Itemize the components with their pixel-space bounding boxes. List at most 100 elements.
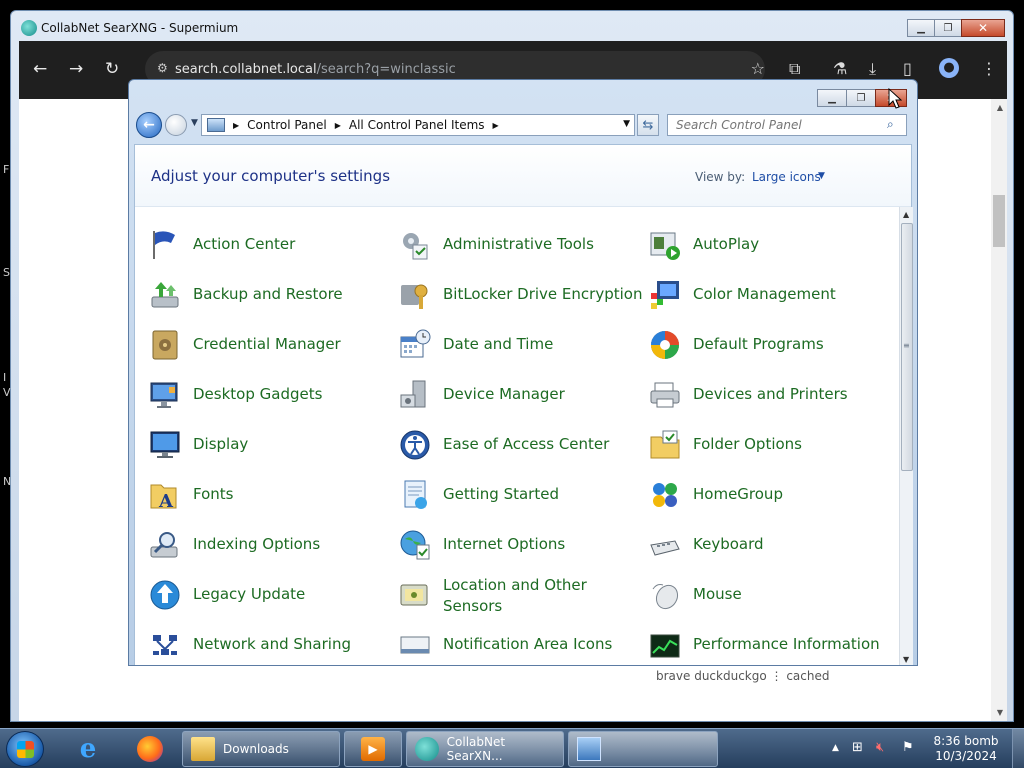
page-scrollbar-thumb[interactable] [993,195,1005,247]
chevron-right-icon[interactable]: ▶ [335,121,341,130]
cp-item-autoplay[interactable]: AutoPlay [649,225,889,271]
cp-item-device-manager[interactable]: Device Manager [399,375,649,421]
task-label: CollabNet SearXN... [446,735,506,763]
cp-item-label: Desktop Gadgets [193,385,323,403]
profile-avatar-icon[interactable]: ● [939,58,959,78]
bookmark-star-icon[interactable]: ☆ [751,59,765,78]
cp-item-indexing-options[interactable]: Indexing Options [149,525,399,571]
start-button[interactable] [6,731,44,767]
cp-item-internet-options[interactable]: Internet Options [399,525,649,571]
chevron-down-icon[interactable]: ▼ [818,171,825,181]
default-programs-icon [649,329,681,361]
cp-item-action-center[interactable]: Action Center [149,225,399,271]
cp-item-getting-started[interactable]: Getting Started [399,475,649,521]
cp-item-network-and-sharing[interactable]: Network and Sharing [149,625,399,661]
cp-item-ease-of-access-center[interactable]: Ease of Access Center [399,425,649,471]
search-result-links[interactable]: brave duckduckgo ⋮ cached [656,669,829,683]
task-downloads[interactable]: Downloads [182,731,340,767]
chevron-right-icon[interactable]: ▶ [233,121,239,130]
network-tray-icon[interactable]: ⊞ [852,740,863,755]
cp-item-credential-manager[interactable]: Credential Manager [149,325,399,371]
cp-item-location-and-other-sensors[interactable]: Location and Other Sensors [399,575,649,621]
vault-icon [149,329,181,361]
back-arrow-icon[interactable]: ← [33,59,47,79]
download-icon[interactable]: ⤓ [869,59,876,79]
cp-item-folder-options[interactable]: Folder Options [649,425,889,471]
site-info-icon[interactable]: ⚙ [157,61,168,75]
cp-item-label: Getting Started [443,485,559,503]
recent-pages-dropdown-icon[interactable]: ▼ [191,118,198,128]
color-icon [649,279,681,311]
search-icon[interactable]: ⌕ [887,117,894,132]
cp-item-mouse[interactable]: Mouse [649,575,889,621]
cp-item-display[interactable]: Display [149,425,399,471]
cp-item-label: Ease of Access Center [443,435,610,453]
task-control-panel[interactable] [568,731,718,767]
tools-icon [399,229,431,261]
cp-item-administrative-tools[interactable]: Administrative Tools [399,225,649,271]
cp-item-backup-and-restore[interactable]: Backup and Restore [149,275,399,321]
cp-item-date-and-time[interactable]: Date and Time [399,325,649,371]
cp-item-color-management[interactable]: Color Management [649,275,889,321]
cp-forward-button[interactable] [165,114,187,136]
task-supermium[interactable]: CollabNet SearXN... [406,731,564,767]
update-icon [149,579,181,611]
folder-icon [649,429,681,461]
breadcrumb-all-items[interactable]: All Control Panel Items [349,118,485,132]
scroll-up-arrow-icon[interactable]: ▲ [903,210,909,219]
media-player-icon: ▶ [361,737,385,761]
breadcrumb-control-panel[interactable]: Control Panel [247,118,327,132]
cp-item-performance-information[interactable]: Performance Information [649,625,889,661]
cp-minimize-button[interactable]: ▁ [817,89,847,107]
fonts-icon: A [149,479,181,512]
cp-scrollbar[interactable]: ▲ ≡ ▼ [899,207,913,665]
task-media-player[interactable]: ▶ [344,731,402,767]
cp-search-input[interactable] [667,114,907,136]
browser-titlebar[interactable]: CollabNet SearXNG - Supermium ▁ ❐ ✕ [11,11,1013,41]
scroll-down-arrow-icon[interactable]: ▼ [903,655,909,664]
internet-explorer-icon: e [79,734,97,764]
side-panel-icon[interactable]: ▯ [903,59,912,78]
menu-kebab-icon[interactable]: ⋮ [981,59,997,78]
firefox-pin[interactable] [130,732,170,766]
cp-item-desktop-gadgets[interactable]: Desktop Gadgets [149,375,399,421]
cp-address-bar[interactable]: ▶ Control Panel ▶ All Control Panel Item… [201,114,635,136]
show-desktop-button[interactable] [1012,729,1024,768]
forward-arrow-icon[interactable]: → [69,59,83,79]
labs-flask-icon[interactable]: ⚗ [833,59,847,78]
cp-item-label: Mouse [693,585,742,603]
chevron-right-icon[interactable]: ▶ [493,121,499,130]
cp-item-label: Device Manager [443,385,565,403]
cp-item-bitlocker-drive-encryption[interactable]: BitLocker Drive Encryption [399,275,649,321]
volume-muted-icon[interactable]: 🔇︎ [876,740,884,755]
cp-item-keyboard[interactable]: Keyboard [649,525,889,571]
extensions-icon[interactable]: ⧉ [789,59,800,79]
cp-item-homegroup[interactable]: HomeGroup [649,475,889,521]
cp-back-button[interactable]: ← [136,112,162,138]
scroll-up-arrow-icon[interactable]: ▲ [997,103,1003,112]
action-center-flag-icon[interactable]: ⚑ [902,740,914,755]
cp-item-notification-area-icons[interactable]: Notification Area Icons [399,625,649,661]
reload-icon[interactable]: ↻ [105,59,119,79]
cp-item-fonts[interactable]: A Fonts [149,475,399,521]
cp-item-legacy-update[interactable]: Legacy Update [149,575,399,621]
browser-maximize-button[interactable]: ❐ [934,19,962,37]
browser-close-button[interactable]: ✕ [961,19,1005,37]
scrollbar-grip-icon: ≡ [903,341,910,350]
scroll-down-arrow-icon[interactable]: ▼ [997,708,1003,717]
desktop-edge-text: V [3,386,11,399]
show-hidden-icons-icon[interactable]: ▲ [832,743,839,753]
browser-minimize-button[interactable]: ▁ [907,19,935,37]
address-dropdown-icon[interactable]: ▼ [623,119,630,129]
cp-maximize-button[interactable]: ❐ [846,89,876,107]
cp-refresh-button[interactable]: ⇆ [637,114,659,136]
cp-item-label: AutoPlay [693,235,760,253]
internet-explorer-pin[interactable]: e [68,732,108,766]
page-scrollbar[interactable]: ▲ ▼ [991,99,1007,721]
view-by-dropdown[interactable]: Large icons [752,170,821,184]
notification-icon [399,629,431,661]
system-clock[interactable]: 8:36 bomb 10/3/2024 [930,734,1002,764]
cp-content-pane: Adjust your computer's settings View by:… [134,144,913,665]
cp-item-devices-and-printers[interactable]: Devices and Printers [649,375,889,421]
cp-item-default-programs[interactable]: Default Programs [649,325,889,371]
